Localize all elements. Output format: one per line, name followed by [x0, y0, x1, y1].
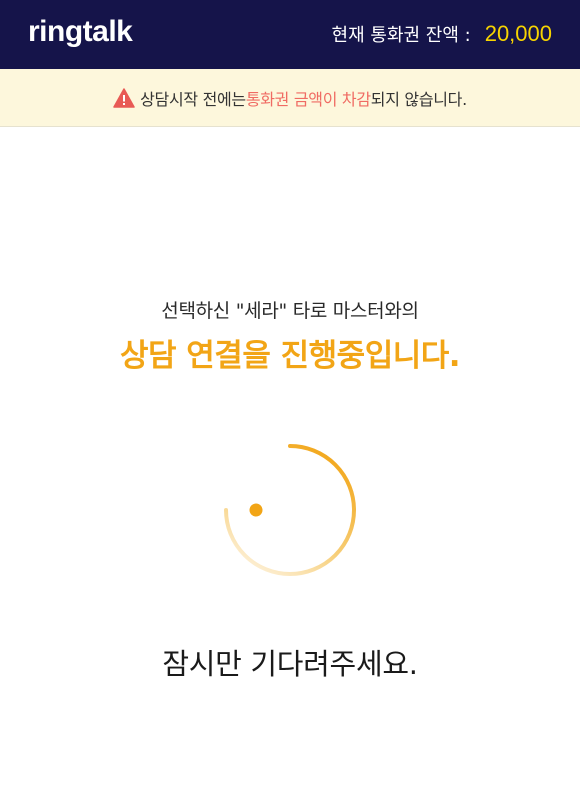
balance-label: 현재 통화권 잔액 :	[331, 25, 471, 46]
balance-display: 현재 통화권 잔액 : 20,000	[332, 20, 552, 50]
loading-spinner-icon	[222, 442, 358, 578]
warning-triangle-icon	[113, 87, 135, 108]
notice-text-before: 상담시작 전에는	[140, 89, 246, 109]
ringtalk-logo[interactable]: ringtalk	[28, 14, 133, 50]
top-header: ringtalk 현재 통화권 잔액 : 20,000	[0, 0, 580, 69]
balance-value: 20,000	[484, 21, 552, 46]
intro-text: 선택하신 "세라" 타로 마스터와의	[161, 300, 419, 322]
connecting-page: ringtalk 현재 통화권 잔액 : 20,000 상담시작 전에는 통화권…	[0, 0, 580, 785]
wait-message: 잠시만 기다려주세요.	[162, 647, 418, 681]
notice-text-highlight: 통화권 금액이 차감	[245, 89, 371, 109]
notice-banner: 상담시작 전에는 통화권 금액이 차감 되지 않습니다.	[0, 69, 580, 127]
notice-text-after: 되지 않습니다.	[370, 89, 467, 109]
connecting-headline: 상담 연결을 진행중입니다.	[119, 338, 461, 374]
